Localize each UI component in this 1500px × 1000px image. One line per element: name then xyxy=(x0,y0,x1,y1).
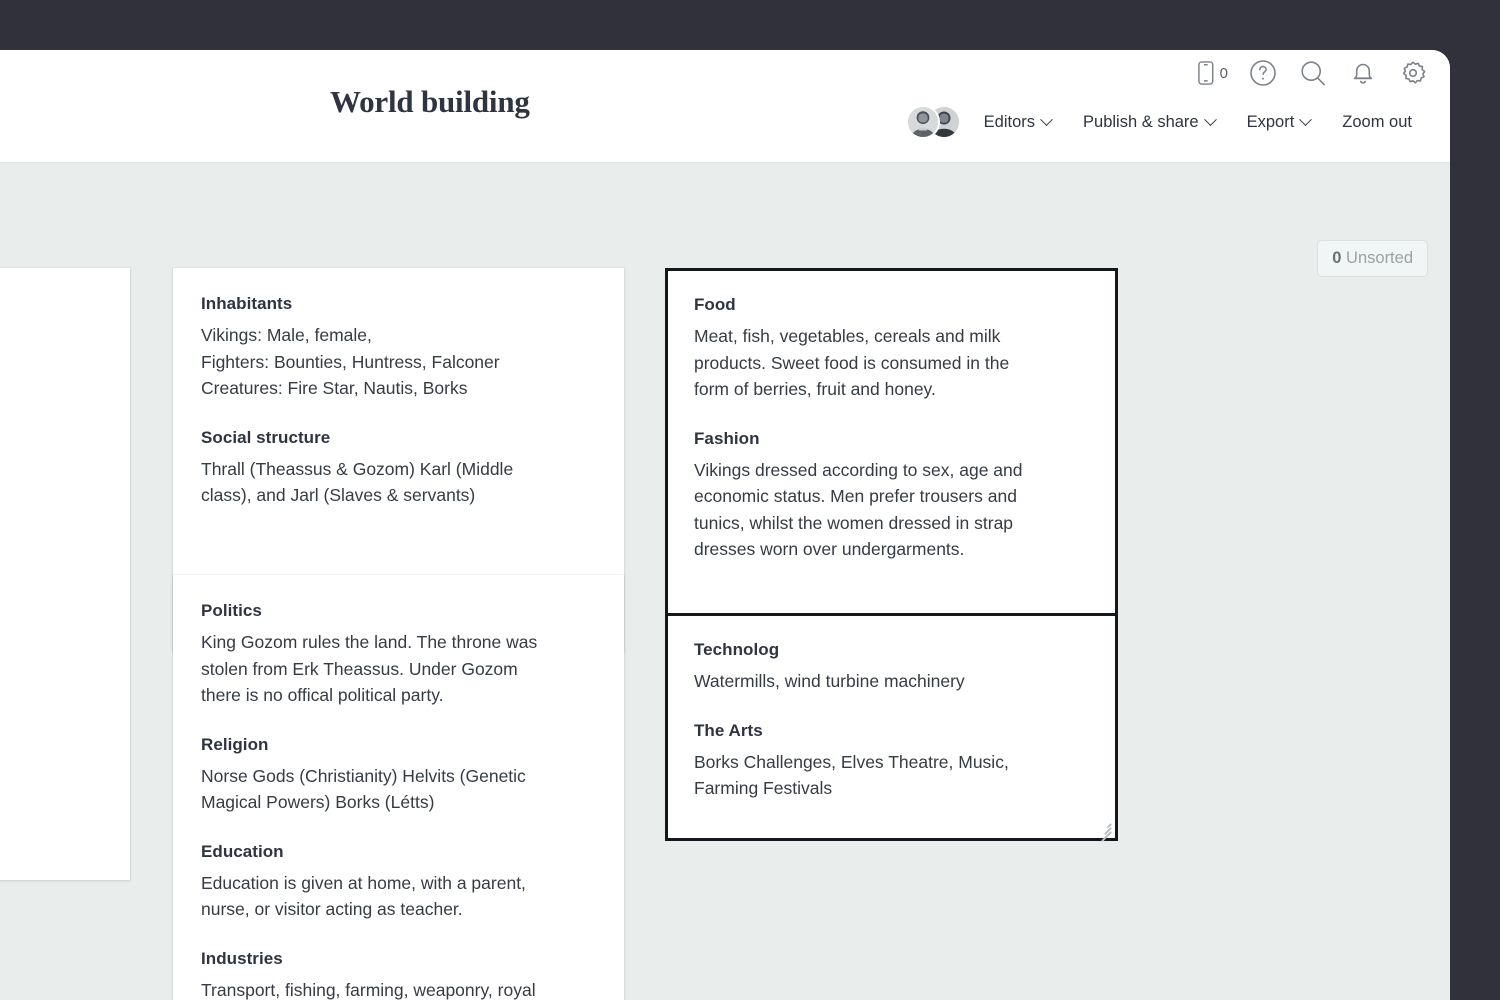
page-title: World building xyxy=(330,84,530,119)
help-icon[interactable] xyxy=(1248,58,1278,88)
board-card-terrain[interactable]: s sits in theween steep ly cool degrees … xyxy=(0,268,130,880)
card-paragraph-social-structure: Thrall (Theassus & Gozom) Karl (Middle cl… xyxy=(201,458,514,506)
unsorted-badge[interactable]: 0 Unsorted xyxy=(1317,240,1428,277)
search-icon[interactable] xyxy=(1298,58,1328,88)
settings-icon[interactable] xyxy=(1398,58,1428,88)
card-heading-religion: Religion xyxy=(201,734,269,754)
card-paragraph-education: Education is given at home, with a paren… xyxy=(201,872,526,920)
editors-avatars[interactable] xyxy=(905,105,966,139)
card-heading-industries: Industries xyxy=(201,948,283,968)
card-paragraph-fashion: Vikings dressed according to sex, age an… xyxy=(694,459,1023,560)
board-canvas[interactable]: 0 Unsorted s sits in theween steep ly co… xyxy=(0,163,1450,1000)
mobile-preview-count: 0 xyxy=(1219,64,1228,82)
app-header: World building 0 Editors Publish & share… xyxy=(0,50,1450,163)
notifications-icon[interactable] xyxy=(1348,58,1378,88)
card-heading-technology: Technolog xyxy=(694,640,780,659)
nav-export-label: Export xyxy=(1246,112,1295,131)
card-heading-inhabitants: Inhabitants xyxy=(201,294,293,313)
card-heading-fashion: Fashion xyxy=(694,428,760,448)
card-heading-the-arts: The Arts xyxy=(694,720,763,740)
board-card-technology[interactable]: Technolog Watermills, wind turbine machi… xyxy=(665,613,1118,841)
document-panel: World building 0 Editors Publish & share… xyxy=(0,50,1450,1000)
card-paragraph-industries: Transport, fishing, farming, weaponry, r… xyxy=(201,979,536,1000)
unsorted-label: Unsorted xyxy=(1346,249,1413,267)
card-heading-food: Food xyxy=(694,295,736,314)
card-resize-handle[interactable] xyxy=(1097,820,1112,841)
unsorted-count: 0 xyxy=(1332,249,1342,267)
card-paragraph-religion: Norse Gods (Christianity) Helvits (Genet… xyxy=(201,765,526,813)
card-paragraph: wheat, xyxy=(0,400,102,427)
card-heading-social-structure: Social structure xyxy=(201,427,331,447)
card-heading-politics: Politics xyxy=(201,601,262,620)
nav-publish-share[interactable]: Publish & share xyxy=(1067,107,1231,138)
avatar xyxy=(905,105,940,139)
card-paragraph: ly cool degrees xyxy=(0,347,102,400)
board-card-politics[interactable]: Politics King Gozom rules the land. The … xyxy=(173,575,624,1000)
card-heading-education: Education xyxy=(201,841,284,861)
card-paragraph-politics: King Gozom rules the land. The throne wa… xyxy=(201,632,538,705)
card-paragraph: es, skis orhe areas xyxy=(0,453,102,506)
utility-icon-row: 0 xyxy=(1198,58,1428,88)
nav-editors-label: Editors xyxy=(983,112,1036,131)
nav-editors[interactable]: Editors xyxy=(968,107,1067,138)
chevron-down-icon xyxy=(1299,112,1313,126)
app-window: World building 0 Editors Publish & share… xyxy=(0,0,1500,1000)
card-paragraph-food: Meat, fish, vegetables, cereals and milk… xyxy=(694,326,1010,399)
chevron-down-icon xyxy=(1040,112,1053,126)
nav-zoom-out-label: Zoom out xyxy=(1342,112,1412,131)
header-nav: Editors Publish & share Export Zoom out xyxy=(905,105,1428,139)
nav-zoom-out[interactable]: Zoom out xyxy=(1326,107,1428,138)
nav-export[interactable]: Export xyxy=(1231,107,1327,138)
card-paragraph-the-arts: Borks Challenges, Elves Theatre, Music, F… xyxy=(694,751,1009,799)
card-paragraph-technology: Watermills, wind turbine machinery xyxy=(694,671,965,691)
card-paragraph-inhabitants: Vikings: Male, female, Fighters: Bounties… xyxy=(201,325,500,398)
chevron-down-icon xyxy=(1203,112,1217,126)
card-paragraph: nud turf xyxy=(0,427,102,454)
mobile-preview-icon[interactable]: 0 xyxy=(1198,58,1228,88)
card-paragraph: s sits in theween steep xyxy=(0,294,102,347)
nav-publish-share-label: Publish & share xyxy=(1083,112,1199,131)
